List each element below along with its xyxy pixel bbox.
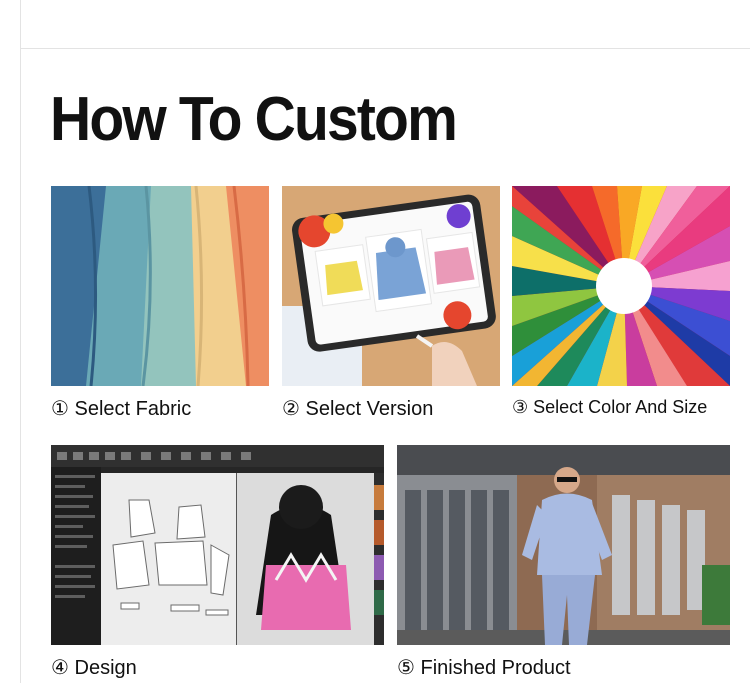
finished-product-photo	[397, 445, 730, 645]
step-caption-select-color-size: ③ Select Color And Size	[512, 397, 707, 418]
design-software-image	[51, 445, 384, 645]
step-caption-select-version: ② Select Version	[282, 396, 433, 421]
step-caption-select-fabric: ① Select Fabric	[51, 396, 191, 421]
top-divider	[20, 48, 750, 49]
page-title: How To Custom	[50, 85, 458, 154]
step-label: Design	[74, 657, 137, 679]
step-number: ④	[51, 657, 69, 679]
step-label: Select Version	[305, 398, 434, 420]
step-caption-finished-product: ⑤ Finished Product	[397, 655, 571, 680]
step-number: ②	[282, 398, 300, 420]
step-number: ⑤	[397, 657, 415, 679]
step-label: Finished Product	[420, 657, 571, 679]
step-label: Select Color And Size	[533, 397, 708, 417]
step-caption-design: ④ Design	[51, 655, 137, 680]
left-divider	[20, 0, 21, 683]
step-number: ①	[51, 398, 69, 420]
tablet-hoodie-image	[282, 186, 500, 386]
color-wheel-image	[512, 186, 730, 386]
fabric-swatches-image	[51, 186, 269, 386]
step-number: ③	[512, 397, 529, 417]
step-label: Select Fabric	[74, 398, 192, 420]
